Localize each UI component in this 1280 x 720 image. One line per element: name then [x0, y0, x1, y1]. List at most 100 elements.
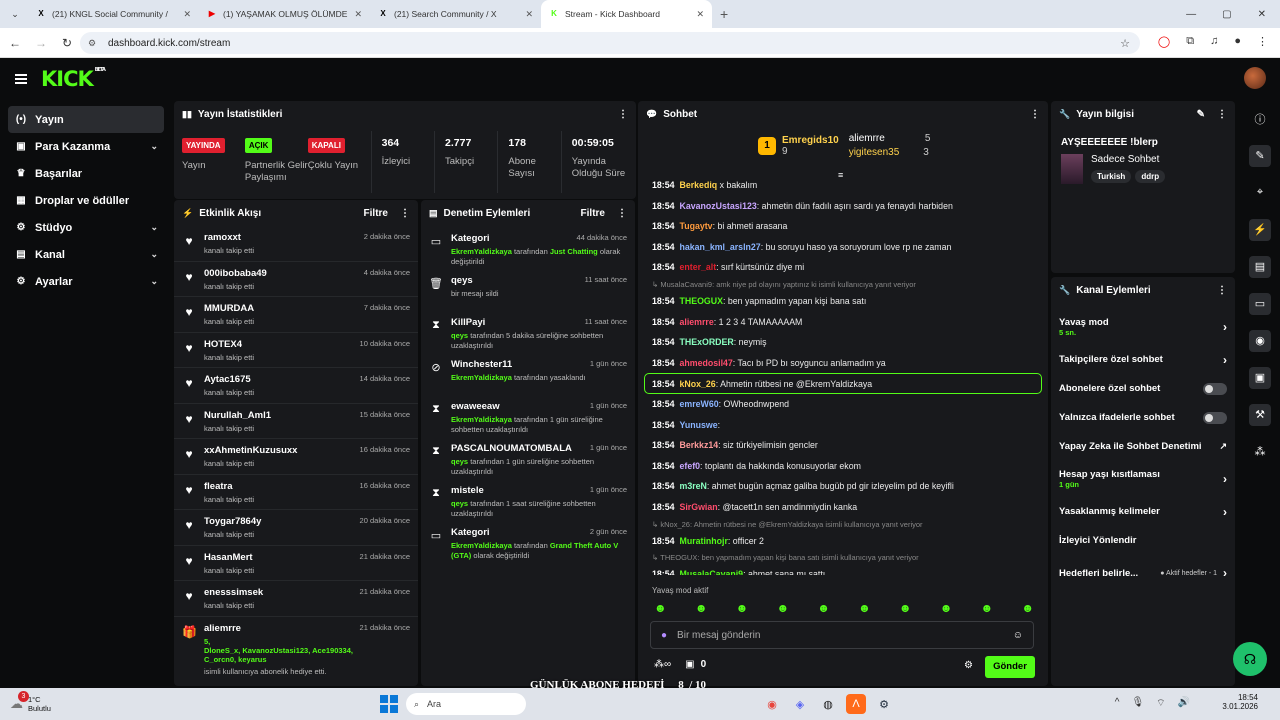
mod-target[interactable]: KillPayi — [451, 317, 585, 328]
minimize-icon[interactable]: — — [1186, 9, 1196, 20]
more-icon[interactable]: ⋮ — [1030, 109, 1040, 120]
follower-name[interactable]: ramoxxt — [204, 232, 364, 243]
discord-icon[interactable]: ◈ — [790, 694, 810, 714]
sidebar-item[interactable]: (•) Yayın — [8, 106, 164, 133]
mod-target[interactable]: Kategori — [451, 233, 577, 244]
maximize-icon[interactable]: ▢ — [1222, 9, 1231, 20]
mod-target[interactable]: PASCALNOUMATOMBALA — [451, 443, 590, 454]
edit-icon[interactable]: ✎ — [1197, 109, 1205, 120]
follower-name[interactable]: HasanMert — [204, 552, 360, 563]
chat-username[interactable]: m3reN — [680, 481, 707, 491]
tag-chip[interactable]: ddrp — [1135, 170, 1166, 183]
chat-message[interactable]: 18:54 emreW60: OWheodnwpend — [638, 394, 1048, 415]
chat-message[interactable]: 18:54 enter_alt: sırf kürtsünüz diye mi — [638, 257, 1048, 278]
info-icon[interactable]: ⓘ — [1240, 100, 1280, 137]
emote-icon[interactable]: ☻ — [1021, 601, 1034, 615]
site-info-icon[interactable]: ⚙ — [88, 38, 102, 49]
emote-icon[interactable]: ☻ — [981, 601, 994, 615]
more-icon[interactable]: ⋮ — [617, 208, 627, 219]
broadcast-icon[interactable]: ◉ — [1240, 322, 1280, 359]
emote-icon[interactable]: ☻ — [654, 601, 667, 615]
follower-name[interactable]: HOTEX4 — [204, 339, 360, 350]
profile-icon[interactable]: ● — [1234, 35, 1241, 48]
chat-username[interactable]: MusalaCavani9 — [680, 569, 744, 575]
mod-user[interactable]: qeys — [451, 457, 468, 466]
new-tab-button[interactable]: + — [720, 6, 728, 22]
send-button[interactable]: Gönder — [985, 656, 1035, 678]
filter-button[interactable]: Filtre — [364, 208, 388, 219]
reload-icon[interactable]: ↻ — [56, 36, 78, 50]
address-bar[interactable]: ⚙ dashboard.kick.com/stream ☆ — [80, 32, 1140, 54]
gift-shop-icon[interactable]: ▣ — [685, 659, 694, 670]
tag-chip[interactable]: Turkish — [1091, 170, 1132, 183]
chat-username[interactable]: emreW60 — [680, 399, 719, 409]
start-button[interactable] — [380, 695, 398, 713]
close-tab-icon[interactable]: ✕ — [354, 9, 362, 20]
sidebar-item[interactable]: ⚙ Ayarlar ⌄ — [8, 268, 164, 295]
sidebar-item[interactable]: ▣ Para Kazanma ⌄ — [8, 133, 164, 160]
chat-message[interactable]: 18:54 SirGwian: @tacett1n sen amdinmiydin… — [638, 497, 1048, 518]
forward-icon[interactable]: → — [30, 36, 52, 50]
follower-name[interactable]: MMURDAA — [204, 303, 364, 314]
more-icon[interactable]: ⋮ — [1217, 285, 1227, 296]
sidebar-item[interactable]: ▤ Kanal ⌄ — [8, 241, 164, 268]
mod-target[interactable]: qeys — [451, 275, 585, 286]
chat-username[interactable]: hakan_kml_arsln27 — [680, 242, 761, 252]
kick-logo[interactable]: KICK BETA — [41, 67, 106, 91]
opera-extension-icon[interactable]: ◯ — [1158, 35, 1170, 48]
mod-user[interactable]: qeys — [451, 331, 468, 340]
browser-tab[interactable]: X (21) KNGL Social Community / ✕ — [28, 0, 199, 28]
follower-name[interactable]: fleatra — [204, 481, 360, 492]
channel-action-row[interactable]: Abonelere özel sohbet — [1051, 374, 1235, 403]
bookmark-star-icon[interactable]: ☆ — [1120, 37, 1130, 50]
chat-message[interactable]: 18:54 MusalaCavani9: ahmet sana mı sattı — [638, 564, 1048, 575]
follower-name[interactable]: xxAhmetinKuzusuxx — [204, 445, 360, 456]
filter-button[interactable]: Filtre — [581, 208, 605, 219]
browser-tab[interactable]: X (21) Search Community / X ✕ — [370, 0, 541, 28]
channel-action-row[interactable]: Hedefleri belirle... ● Aktif hedefler - 1… — [1051, 555, 1235, 591]
apps-icon[interactable]: ⁂ — [1240, 433, 1280, 470]
chat-message[interactable]: 18:54 Yunuswe: — [638, 415, 1048, 436]
mod-target[interactable]: Winchester11 — [451, 359, 590, 370]
menu-icon[interactable] — [15, 72, 27, 86]
browser-tab[interactable]: K Stream - Kick Dashboard ✕ — [541, 0, 712, 28]
weather-widget[interactable]: 3 ☁ 1°C Bulutlu — [10, 691, 51, 713]
back-icon[interactable]: ← — [4, 36, 26, 50]
emote-icon[interactable]: ☻ — [940, 601, 953, 615]
chat-username[interactable]: kNox_26 — [680, 379, 716, 389]
channel-action-row[interactable]: Yasaklanmış kelimeler › — [1051, 497, 1235, 526]
edit-icon[interactable]: ✎ — [1240, 137, 1280, 174]
more-icon[interactable]: ⋮ — [618, 109, 628, 120]
wifi-icon[interactable]: ⌔ — [1156, 697, 1165, 710]
close-tab-icon[interactable]: ✕ — [525, 9, 533, 20]
follower-name[interactable]: Toygar7864y — [204, 516, 360, 527]
chat-username[interactable]: Berkkz14 — [680, 440, 719, 450]
chat-message[interactable]: 18:54 KavanozUstasi123: ahmetin dün fadıl… — [638, 196, 1048, 217]
chrome-icon[interactable]: ◉ — [762, 694, 782, 714]
chat-message[interactable]: 18:54 THExORDER: neymiş — [638, 332, 1048, 353]
mod-user[interactable]: EkremYaldizkaya — [451, 415, 512, 424]
chat-message[interactable]: 18:54 Tugaytv: bi ahmeti arasana — [638, 216, 1048, 237]
browser-tab[interactable]: ▶ (1) YAŞAMAK OLMUŞ ÖLÜMDE ✕ — [199, 0, 370, 28]
mod-target[interactable]: Kategori — [451, 527, 590, 538]
channel-action-row[interactable]: Yavaş mod 5 sn. › — [1051, 309, 1235, 345]
channel-action-row[interactable]: Hesap yaşı kısıtlaması 1 gün › — [1051, 461, 1235, 497]
volume-icon[interactable]: 🔊 — [1178, 697, 1190, 710]
document-icon[interactable]: ▤ — [1240, 248, 1280, 285]
extensions-icon[interactable]: ⧉ — [1186, 35, 1194, 48]
tray-chevron-icon[interactable]: ^ — [1115, 697, 1120, 710]
mic-icon[interactable]: 🎙 — [1131, 697, 1144, 710]
channel-action-row[interactable]: Yapay Zeka ile Sohbet Denetimi ↗ — [1051, 432, 1235, 461]
emote-icon[interactable]: ☻ — [817, 601, 830, 615]
more-icon[interactable]: ⋮ — [1217, 109, 1227, 120]
chat-message[interactable]: 18:54 m3reN: ahmet bugün açmaz galiba bug… — [638, 476, 1048, 497]
chat-input[interactable]: ● Bir mesaj gönderin ☺ — [650, 621, 1034, 649]
emote-icon[interactable]: ☻ — [736, 601, 749, 615]
chat-message[interactable]: 18:54 hakan_kml_arsln27: bu soruyu haso y… — [638, 237, 1048, 258]
wrench-icon[interactable]: ⚒ — [1240, 396, 1280, 433]
chat-icon[interactable]: ▭ — [1240, 285, 1280, 322]
chat-username[interactable]: efef0 — [680, 461, 701, 471]
chat-message[interactable]: 18:54 aliemrre: 1 2 3 4 TAMAAAAAM — [638, 312, 1048, 333]
close-window-icon[interactable]: ✕ — [1258, 9, 1266, 20]
focus-icon[interactable]: ⌖ — [1240, 174, 1280, 211]
